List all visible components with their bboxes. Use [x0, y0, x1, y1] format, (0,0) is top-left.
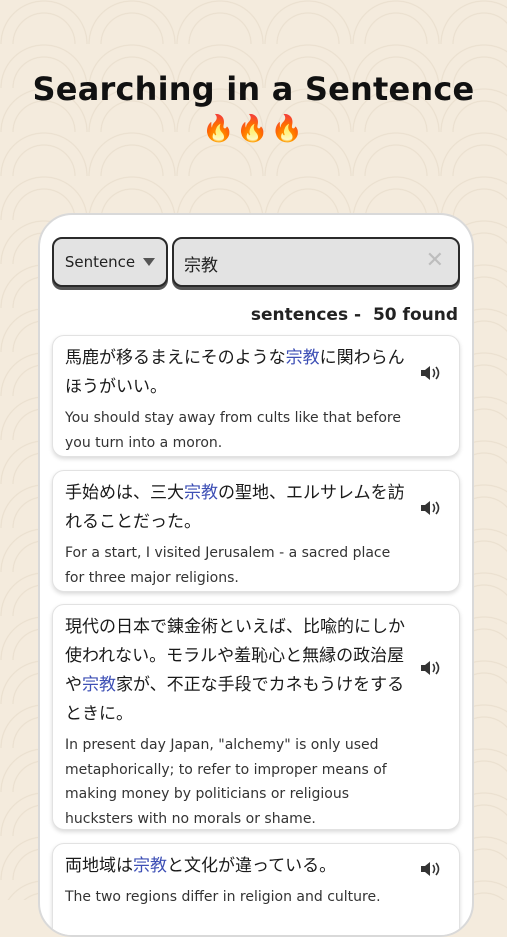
search-row: Sentence 宗教 ✕ — [52, 237, 460, 287]
japanese-sentence: 手始めは、三大宗教の聖地、エルサレムを訪れることだった。 — [65, 483, 405, 532]
highlight-term: 宗教 — [184, 483, 218, 503]
highlight-term: 宗教 — [133, 856, 167, 876]
english-translation: You should stay away from cults like tha… — [65, 410, 401, 451]
sentence-card[interactable]: 馬鹿が移るまえにそのような宗教に関わらんほうがいい。 You should st… — [52, 335, 460, 457]
speaker-icon[interactable] — [419, 659, 441, 677]
english-translation: In present day Japan, "alchemy" is only … — [65, 737, 387, 827]
mode-dropdown[interactable]: Sentence — [52, 237, 168, 287]
search-input[interactable]: 宗教 ✕ — [172, 237, 460, 287]
chevron-down-icon — [143, 258, 156, 266]
highlight-term: 宗教 — [82, 675, 116, 695]
japanese-sentence: 馬鹿が移るまえにそのような宗教に関わらんほうがいい。 — [65, 348, 405, 397]
highlight-term: 宗教 — [285, 348, 320, 368]
headline: Searching in a Sentence — [32, 70, 475, 108]
sentence-card[interactable]: 両地域は宗教と文化が違っている。 The two regions differ … — [52, 843, 460, 935]
results-count-value: 50 found — [372, 305, 458, 325]
speaker-icon[interactable] — [419, 364, 441, 382]
sentence-card[interactable]: 現代の日本で錬金術といえば、比喩的にしか使われない。モラルや羞恥心と無縁の政治屋… — [52, 604, 460, 830]
fire-emojis: 🔥🔥🔥 — [201, 114, 306, 144]
results-label: sentences - — [250, 305, 362, 325]
speaker-icon[interactable] — [419, 499, 441, 517]
mode-label: Sentence — [64, 253, 136, 271]
phone-frame: Sentence 宗教 ✕ sentences - 50 found 馬鹿が移る… — [38, 213, 474, 937]
results-count: sentences - 50 found — [245, 305, 458, 325]
japanese-sentence: 現代の日本で錬金術といえば、比喩的にしか使われない。モラルや羞恥心と無縁の政治屋… — [65, 617, 405, 724]
english-translation: For a start, I visited Jerusalem - a sac… — [65, 545, 391, 586]
sentence-card[interactable]: 手始めは、三大宗教の聖地、エルサレムを訪れることだった。 For a start… — [52, 470, 460, 592]
speaker-icon[interactable] — [419, 860, 441, 878]
japanese-sentence: 両地域は宗教と文化が違っている。 — [65, 856, 337, 876]
search-query: 宗教 — [184, 256, 218, 276]
clear-icon[interactable]: ✕ — [426, 248, 444, 273]
english-translation: The two regions differ in religion and c… — [65, 889, 381, 905]
